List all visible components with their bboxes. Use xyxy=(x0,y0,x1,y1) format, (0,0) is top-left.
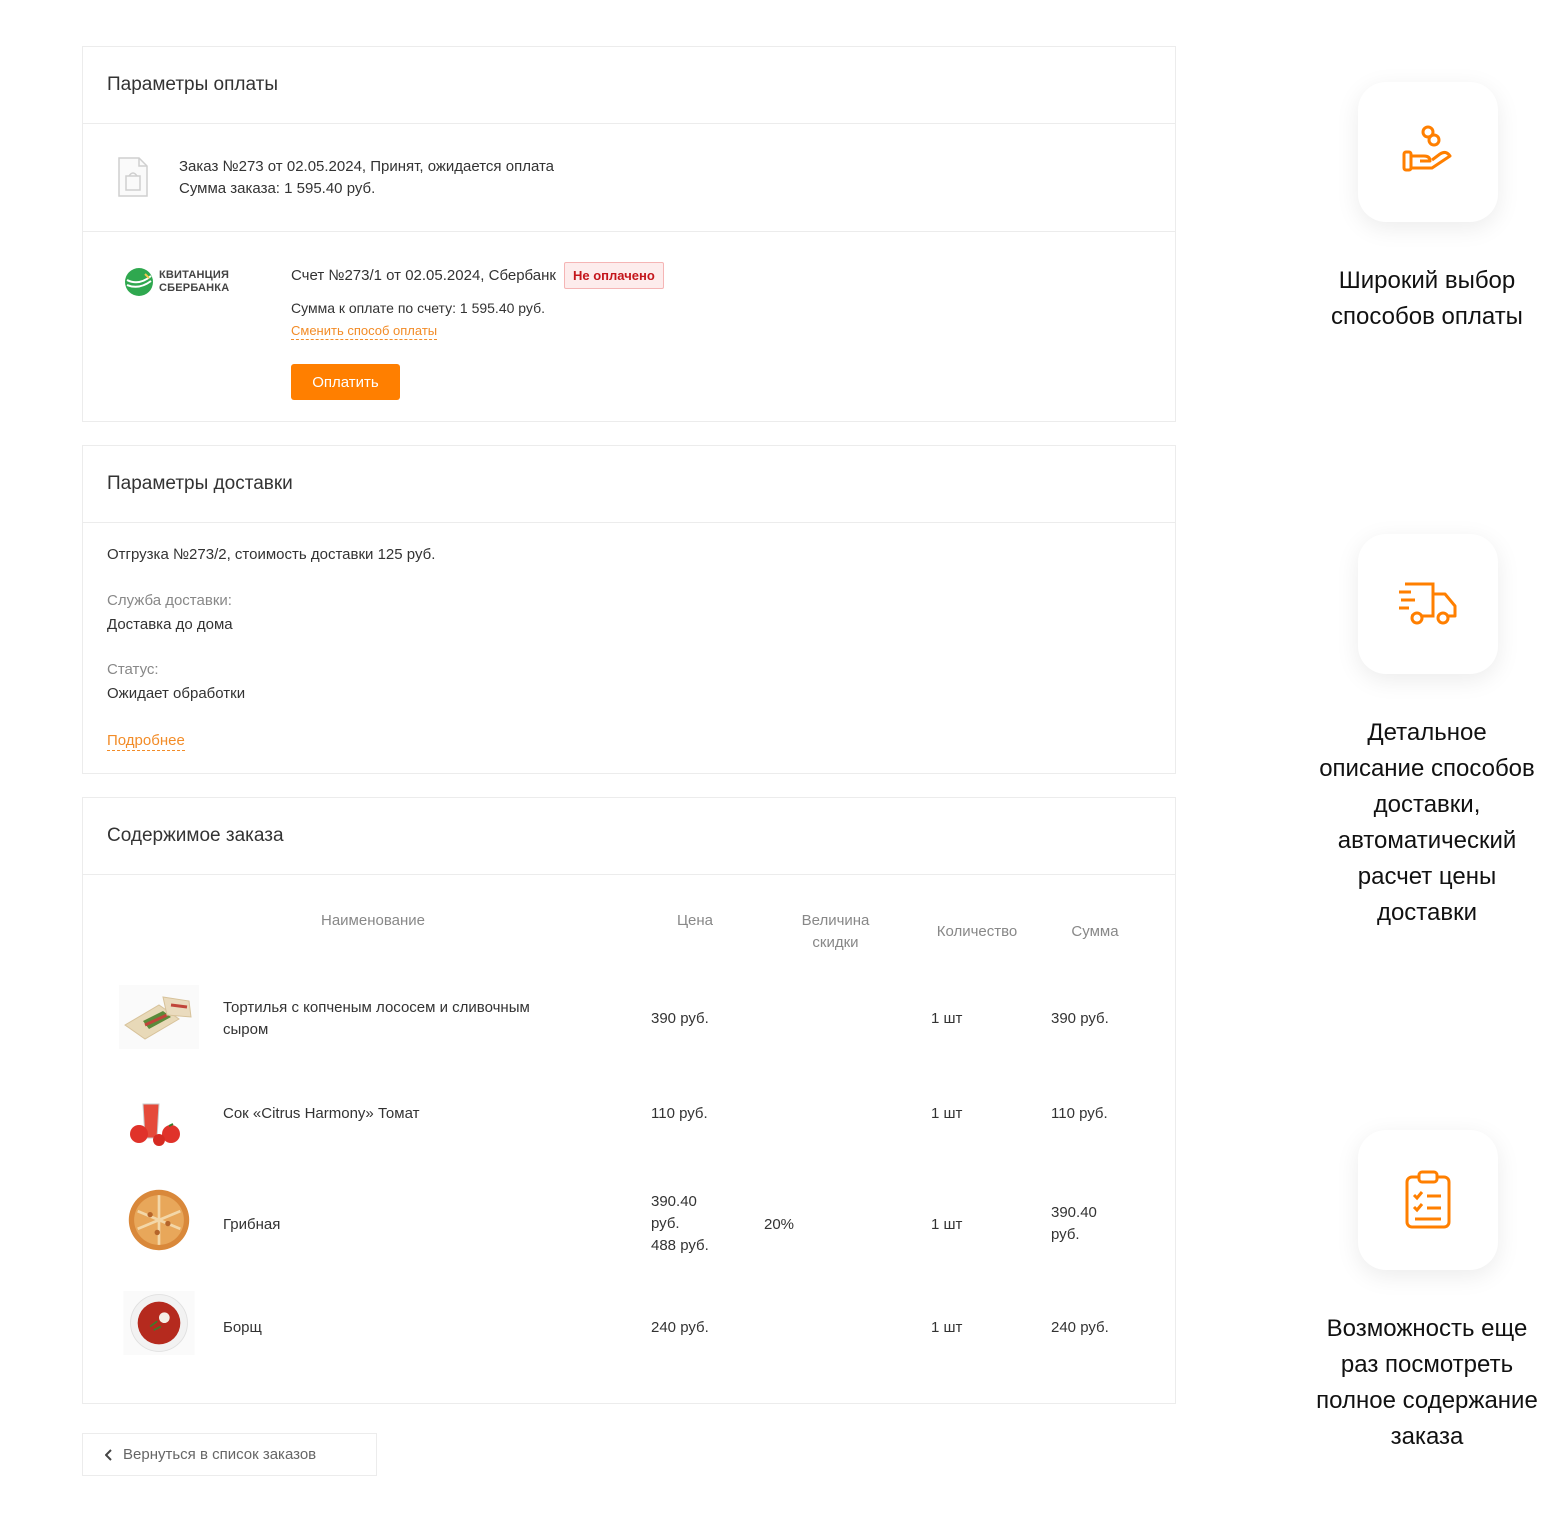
item-name: Тортилья с копченым лососем и сливочным xyxy=(223,999,530,1016)
feature-content-line: заказа xyxy=(1390,1423,1464,1450)
item-sum: 240 руб. xyxy=(1051,1319,1109,1336)
table-row: Грибная 390.40 руб. 488 руб. 20% 1 шт 39… xyxy=(83,1188,1175,1288)
feature-delivery-line: доставки, xyxy=(1373,791,1481,818)
header-name: Наименование xyxy=(321,912,425,929)
hand-coins-icon xyxy=(1402,125,1452,172)
feature-delivery-text: Детальное описание способов доставки, ав… xyxy=(1300,715,1550,931)
item-sum-value: 390.40 xyxy=(1051,1204,1097,1221)
shipment-info: Отгрузка №273/2, стоимость доставки 125 … xyxy=(107,546,436,563)
sberbank-logo: КВИТАНЦИЯ СБЕРБАНКА xyxy=(123,266,229,298)
header-discount-2: скидки xyxy=(812,934,859,951)
order-content-panel: Содержимое заказа Наименование Цена Вели… xyxy=(82,797,1176,1404)
bill-row: КВИТАНЦИЯ СБЕРБАНКА Счет №273/1 от 02.05… xyxy=(83,232,1175,421)
delivery-panel: Параметры доставки Отгрузка №273/2, стои… xyxy=(82,445,1176,774)
status-label: Статус: xyxy=(107,661,159,678)
feature-payment-card xyxy=(1358,82,1498,222)
item-quantity: 1 шт xyxy=(931,1319,963,1336)
delivery-title: Параметры доставки xyxy=(83,446,1175,523)
feature-payment-line: способов оплаты xyxy=(1331,303,1523,330)
item-name: Сок «Citrus Harmony» Томат xyxy=(223,1105,420,1122)
feature-content-line: полное содержание xyxy=(1316,1387,1538,1414)
content-title: Содержимое заказа xyxy=(83,798,1175,875)
item-quantity: 1 шт xyxy=(931,1010,963,1027)
feature-delivery-line: автоматический xyxy=(1337,827,1517,854)
item-name-cont: сыром xyxy=(223,1021,269,1038)
logo-text-2: СБЕРБАНКА xyxy=(159,282,230,294)
item-price: 390 руб. xyxy=(651,1010,709,1027)
chevron-left-icon xyxy=(105,1448,112,1461)
item-sum: 390 руб. xyxy=(1051,1010,1109,1027)
header-price: Цена xyxy=(676,912,714,929)
back-button-label: Вернуться в список заказов xyxy=(123,1446,317,1463)
pizza-image xyxy=(123,1188,195,1252)
logo-text-1: КВИТАНЦИЯ xyxy=(159,269,230,281)
order-total: Сумма заказа: 1 595.40 руб. xyxy=(179,180,376,197)
feature-delivery-line: доставки xyxy=(1376,899,1478,926)
table-row: Борщ 240 руб. 1 шт 240 руб. xyxy=(83,1291,1175,1391)
feature-delivery-line: Детальное xyxy=(1367,719,1487,746)
feature-content-line: раз посмотреть xyxy=(1340,1351,1514,1378)
item-price-old: 488 руб. xyxy=(651,1237,709,1254)
change-payment-link[interactable]: Сменить способ оплаты xyxy=(291,323,438,340)
tomato-juice-image xyxy=(119,1090,199,1154)
item-quantity: 1 шт xyxy=(931,1105,963,1122)
item-sum: 110 руб. xyxy=(1051,1105,1108,1122)
item-discount: 20% xyxy=(764,1216,795,1233)
item-price: 110 руб. xyxy=(651,1105,708,1122)
feature-delivery-line: описание способов xyxy=(1319,755,1535,782)
document-bag-icon xyxy=(118,157,148,197)
order-info: Заказ №273 от 02.05.2024, Принят, ожидае… xyxy=(179,158,554,175)
service-value: Доставка до дома xyxy=(107,616,233,633)
feature-content-text: Возможность еще раз посмотреть полное со… xyxy=(1300,1311,1550,1455)
borscht-image xyxy=(123,1291,195,1355)
item-sum-unit: руб. xyxy=(1051,1226,1080,1243)
payment-title: Параметры оплаты xyxy=(83,47,1175,124)
feature-delivery-card xyxy=(1358,534,1498,674)
clipboard-checklist-icon xyxy=(1405,1170,1451,1229)
feature-payment-line: Широкий выбор xyxy=(1338,267,1516,294)
feature-payment-text: Широкий выбор способов оплаты xyxy=(1300,263,1550,335)
header-discount-1: Величина xyxy=(801,912,870,929)
pay-button[interactable]: Оплатить xyxy=(291,364,400,400)
delivery-truck-icon xyxy=(1399,582,1457,625)
feature-delivery-line: расчет цены xyxy=(1357,863,1497,890)
table-row: Тортилья с копченым лососем и сливочным … xyxy=(83,973,1175,1073)
details-link[interactable]: Подробнее xyxy=(107,732,185,751)
item-sum: 390.40 руб. xyxy=(1051,1202,1097,1246)
item-name: Грибная xyxy=(223,1216,281,1233)
feature-content-card xyxy=(1358,1130,1498,1270)
sberbank-logo-icon xyxy=(125,268,153,296)
header-sum: Сумма xyxy=(1071,923,1119,940)
header-discount: Величина скидки xyxy=(783,910,888,954)
item-price-unit: руб. xyxy=(651,1215,680,1232)
bill-sum: Сумма к оплате по счету: 1 595.40 руб. xyxy=(291,300,545,316)
status-value: Ожидает обработки xyxy=(107,685,246,702)
header-quantity: Количество xyxy=(936,923,1018,940)
back-to-orders-button[interactable]: Вернуться в список заказов xyxy=(82,1433,377,1476)
table-row: Сок «Citrus Harmony» Томат 110 руб. 1 шт… xyxy=(83,1090,1175,1190)
order-summary: Заказ №273 от 02.05.2024, Принят, ожидае… xyxy=(83,124,1175,232)
tortilla-image xyxy=(119,985,199,1049)
payment-panel: Параметры оплаты Заказ №273 от 02.05.202… xyxy=(82,46,1176,422)
item-price-value: 390.40 xyxy=(651,1193,697,1210)
item-price: 240 руб. xyxy=(651,1319,709,1336)
item-quantity: 1 шт xyxy=(931,1216,963,1233)
item-name: Борщ xyxy=(223,1319,262,1336)
feature-content-line: Возможность еще xyxy=(1326,1315,1528,1342)
status-badge: Не оплачено xyxy=(564,262,664,289)
item-price: 390.40 руб. 488 руб. xyxy=(651,1191,709,1257)
bill-title: Счет №273/1 от 02.05.2024, Сбербанк xyxy=(291,267,556,284)
service-label: Служба доставки: xyxy=(107,592,232,609)
